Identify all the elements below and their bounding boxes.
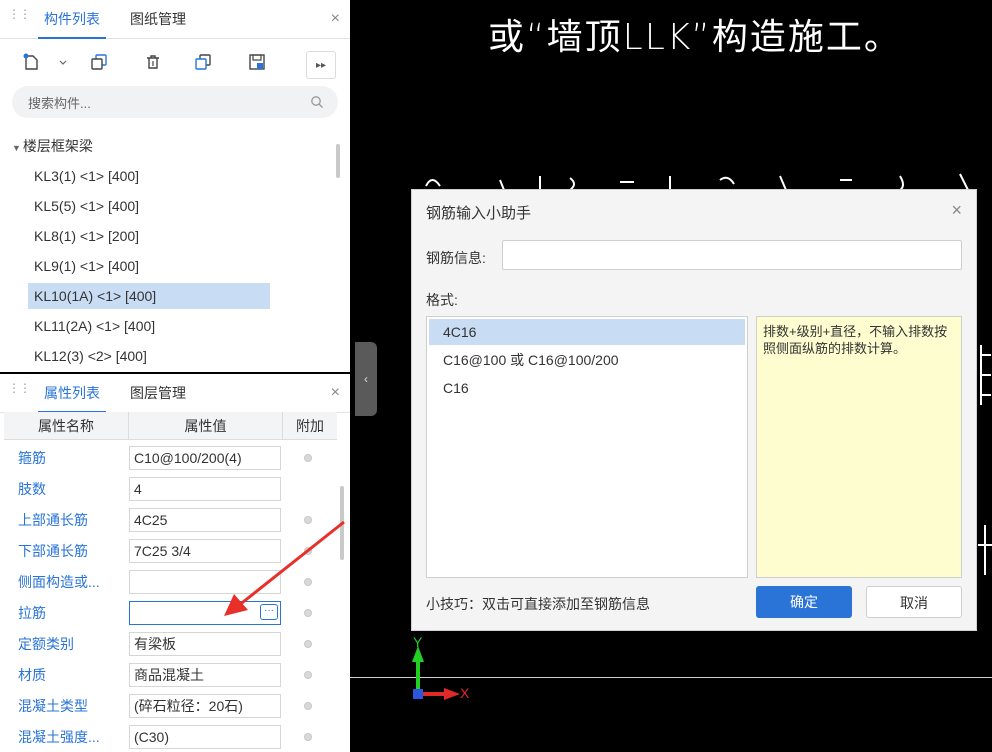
format-description: 排数+级别+直径，不输入排数按照侧面纵筋的排数计算。 [756,316,962,578]
attach-checkbox[interactable] [304,640,312,648]
format-item[interactable]: C16 [429,375,745,401]
property-name: 混凝土类型 [18,698,88,714]
list-item[interactable]: KL5(5) <1> [400] [28,193,270,219]
component-tabbar: ⋮⋮ 构件列表 图纸管理 × [0,0,350,39]
format-label: 格式: [426,292,458,308]
property-value[interactable]: (C30) [129,725,281,749]
attach-checkbox[interactable] [304,671,312,679]
col-header-name: 属性名称 [4,412,129,440]
rebar-input-dialog: 钢筋输入小助手 × 钢筋信息: 格式: 4C16 C16@100 或 C16@1… [411,189,977,631]
property-value[interactable]: 4 [129,477,281,501]
close-icon[interactable]: × [331,374,340,412]
property-value[interactable]: 有梁板 [129,632,281,656]
panel-collapse-tab[interactable]: ‹ [355,342,377,416]
property-name: 下部通长筋 [18,543,88,559]
tip-text: 小技巧：双击可直接添加至钢筋信息 [426,596,650,612]
property-tabbar: ⋮⋮ 属性列表 图层管理 × [0,374,350,413]
drag-grip-icon[interactable]: ⋮⋮ [8,8,31,26]
chevron-down-icon[interactable] [56,49,70,75]
property-value[interactable]: (碎石粒径：20石) [129,694,281,718]
col-header-extra: 附加 [283,412,337,440]
dialog-title: 钢筋输入小助手 [426,205,532,222]
property-name-tie-bar: 拉筋 [18,605,46,621]
property-name: 肢数 [18,481,46,497]
axis-gizmo: Y X [408,634,478,708]
ok-button[interactable]: 确定 [756,586,852,618]
property-name: 上部通长筋 [18,512,88,528]
tab-component-list[interactable]: 构件列表 [38,0,106,39]
axis-y-label: Y [413,634,423,650]
cancel-button[interactable]: 取消 [866,586,962,618]
rebar-info-label: 钢筋信息: [426,250,486,266]
component-panel: ⋮⋮ 构件列表 图纸管理 × ▸▸ ▼楼层框架梁 KL3(1) <1> [400… [0,0,350,372]
search-icon[interactable] [310,95,324,112]
annotation-arrow [216,514,352,620]
axis-x-label: X [460,685,470,701]
component-list-scrollbar[interactable] [336,144,340,178]
property-name: 材质 [18,667,46,683]
cad-fragment [420,172,980,190]
close-icon[interactable]: × [331,0,340,38]
tab-property-list[interactable]: 属性列表 [38,374,106,413]
search-box [12,86,338,120]
collapse-triangle-icon[interactable]: ▼ [12,143,21,153]
list-item[interactable]: KL8(1) <1> [200] [28,223,270,249]
cad-fragment-right [978,345,992,405]
attach-checkbox[interactable] [304,733,312,741]
attach-checkbox[interactable] [304,702,312,710]
property-name: 定额类别 [18,636,74,652]
format-item-selected[interactable]: 4C16 [429,319,745,345]
tree-group-label: 楼层框架梁 [22,138,93,154]
property-value[interactable]: 商品混凝土 [129,663,281,687]
attach-checkbox[interactable] [304,454,312,462]
property-value[interactable]: C10@100/200(4) [129,446,281,470]
list-item[interactable]: KL12(3) <2> [400] [28,343,270,369]
property-name: 侧面构造或... [18,574,100,590]
property-name: 混凝土强度... [18,729,100,745]
rebar-info-input[interactable] [502,240,962,270]
property-name: 箍筋 [18,450,46,466]
tab-drawing-management[interactable]: 图纸管理 [130,0,186,38]
close-icon[interactable]: × [951,200,962,221]
cad-fragment-right2 [976,515,992,575]
copy-icon[interactable] [86,49,112,75]
save-template-icon[interactable] [244,49,270,75]
search-input[interactable] [26,86,300,120]
delete-icon[interactable] [140,49,166,75]
format-item[interactable]: C16@100 或 C16@100/200 [429,347,745,373]
format-list: 4C16 C16@100 或 C16@100/200 C16 [426,316,748,578]
cad-text-line1: 或“墙顶LLK”构造施工。 [488,17,902,58]
col-header-value: 属性值 [129,412,283,440]
more-tools-button[interactable]: ▸▸ [306,51,336,79]
layer-copy-icon[interactable] [190,49,216,75]
list-item[interactable]: KL3(1) <1> [400] [28,163,270,189]
drag-grip-icon[interactable]: ⋮⋮ [8,382,31,400]
list-item[interactable]: KL9(1) <1> [400] [28,253,270,279]
tab-layer-management[interactable]: 图层管理 [130,374,186,412]
tree-group-floor-frame-beam[interactable]: ▼ 楼层框架梁 [12,136,93,156]
new-component-icon[interactable] [18,49,44,75]
list-item[interactable]: KL11(2A) <1> [400] [28,313,270,339]
list-item-selected[interactable]: KL10(1A) <1> [400] [28,283,270,309]
